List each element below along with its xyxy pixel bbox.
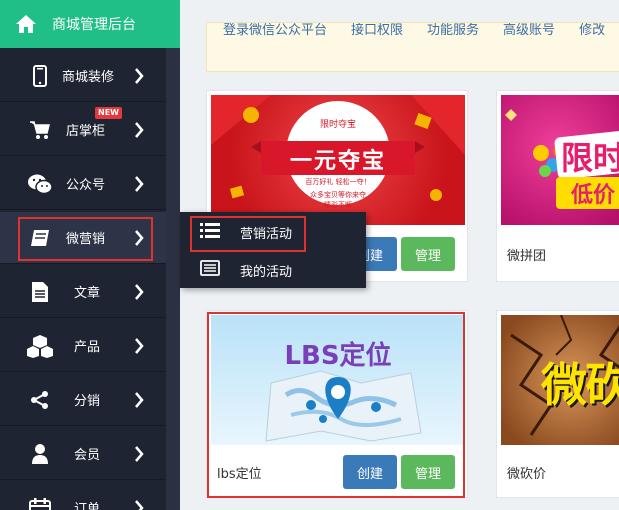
sidebar-item-label: 公众号 <box>66 178 106 193</box>
home-icon <box>16 15 36 33</box>
banner-sub: 精彩不断 <box>324 201 352 209</box>
chevron-right-icon <box>135 337 144 354</box>
calendar-icon <box>20 497 60 510</box>
chevron-right-icon <box>135 67 144 84</box>
brand-header[interactable]: 商城管理后台 <box>0 0 180 48</box>
topbar-link[interactable]: 高级账号 <box>503 23 555 38</box>
sidebar-item-official-account[interactable]: 公众号 <box>0 158 166 210</box>
topbar-links: 登录微信公众平台 接口权限 功能服务 高级账号 修改 <box>206 22 619 72</box>
new-badge: NEW <box>95 107 122 119</box>
sidebar-item-store-manager[interactable]: 店掌柜 <box>0 104 166 156</box>
topbar-link[interactable]: 登录微信公众平台 <box>223 23 327 38</box>
sidebar-item-distribution[interactable]: 分销 <box>0 374 166 426</box>
sidebar: 商城管理后台 商城装修 店掌柜 NEW 公众号 微营销 文章 产品 分销 会员 … <box>0 0 180 510</box>
document-icon <box>20 281 60 303</box>
card-name: 微砍价 <box>507 467 547 482</box>
submenu-item-label: 我的活动 <box>240 264 293 280</box>
topbar-link[interactable]: 功能服务 <box>427 23 479 38</box>
banner-tagline: 百万好礼 轻松一夺！ <box>305 178 371 186</box>
submenu-flyout: 营销活动 我的活动 <box>180 212 366 288</box>
sidebar-item-order[interactable]: 订单 <box>0 482 166 510</box>
activity-card: 微砍 微砍价 <box>496 310 619 498</box>
card-banner: 限时夺宝 一元夺宝 百万好礼 轻松一夺！ 众多宝贝等你来夺 精彩不断 <box>211 95 465 225</box>
cubes-icon <box>20 334 60 358</box>
sidebar-item-label: 产品 <box>74 340 101 355</box>
shopping-cart-icon <box>20 120 60 140</box>
chevron-right-icon <box>135 445 144 462</box>
user-icon <box>20 443 60 465</box>
share-icon <box>20 390 60 410</box>
sidebar-item-label: 会员 <box>74 448 101 463</box>
sidebar-item-label: 订单 <box>74 502 101 510</box>
brand-title: 商城管理后台 <box>52 17 136 33</box>
wechat-icon <box>20 173 60 195</box>
highlight-box <box>18 217 153 261</box>
topbar-link[interactable]: 修改 <box>579 23 605 38</box>
sidebar-item-label: 店掌柜 <box>66 124 106 139</box>
banner-text: 低价 <box>571 183 616 208</box>
chevron-right-icon <box>135 283 144 300</box>
chevron-right-icon <box>135 391 144 408</box>
banner-text: 限时 <box>561 139 619 177</box>
card-banner: 限时 低价 <box>501 95 619 225</box>
sidebar-edge <box>166 0 180 510</box>
sidebar-item-label: 分销 <box>74 394 101 409</box>
sidebar-item-article[interactable]: 文章 <box>0 266 166 318</box>
card-name: 微拼团 <box>507 249 547 264</box>
mobile-phone-icon <box>20 64 60 87</box>
sidebar-item-shop-decoration[interactable]: 商城装修 <box>0 50 166 102</box>
topbar-link[interactable]: 接口权限 <box>351 23 403 38</box>
highlight-box <box>190 216 306 252</box>
chevron-right-icon <box>135 175 144 192</box>
banner-badge: 限时夺宝 <box>319 120 356 130</box>
banner-title: 一元夺宝 <box>289 149 386 174</box>
chevron-right-icon <box>135 499 144 510</box>
sidebar-item-product[interactable]: 产品 <box>0 320 166 372</box>
card-banner: 微砍 <box>501 315 619 445</box>
banner-text: 微砍 <box>541 358 619 412</box>
activity-card: 限时 低价 微拼团 <box>496 90 619 282</box>
highlight-box <box>207 312 465 498</box>
sidebar-item-label: 文章 <box>74 286 101 301</box>
chevron-right-icon <box>135 121 144 138</box>
sidebar-item-member[interactable]: 会员 <box>0 428 166 480</box>
submenu-item-my-activity[interactable]: 我的活动 <box>180 252 366 288</box>
sidebar-item-label: 商城装修 <box>62 70 115 85</box>
banner-sub: 众多宝贝等你来夺 <box>310 191 366 199</box>
card-list-icon <box>200 260 220 280</box>
manage-button[interactable]: 管理 <box>401 237 455 271</box>
